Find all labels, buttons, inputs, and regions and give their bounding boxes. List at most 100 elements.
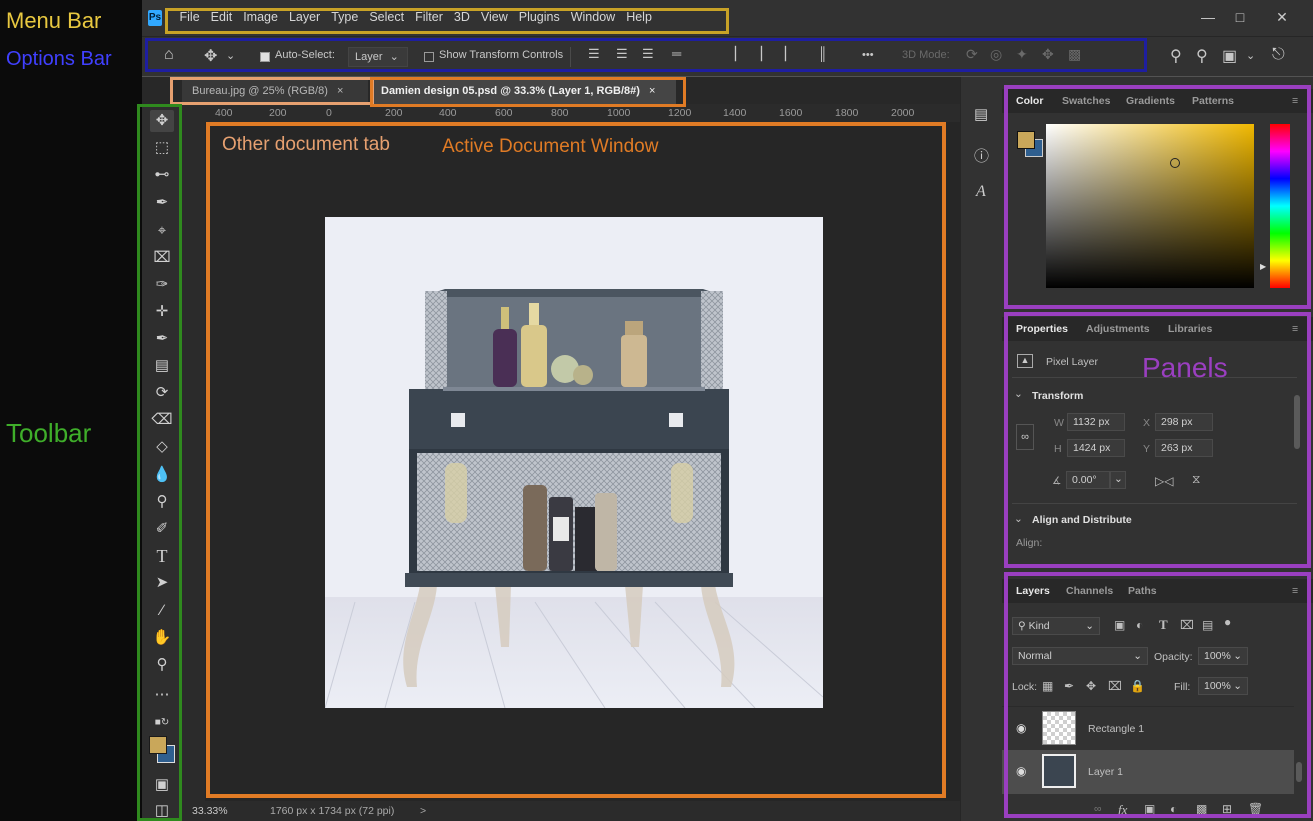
tab-properties[interactable]: Properties <box>1016 323 1068 335</box>
layer-row-layer-1[interactable]: ◉ Layer 1 <box>1002 750 1294 794</box>
align-chevron-icon[interactable]: ⌄ <box>1014 513 1023 525</box>
align-distribute-header[interactable]: Align and Distribute <box>1032 514 1132 526</box>
filter-shape-icon[interactable]: ⌧ <box>1180 618 1194 632</box>
x-position-field[interactable]: 298 px <box>1155 413 1213 431</box>
add-mask-icon[interactable]: ▣ <box>1144 802 1155 816</box>
zoom-level[interactable]: 33.33% <box>192 805 228 817</box>
info-panel-icon[interactable]: ⓘ <box>974 145 989 166</box>
menu-file[interactable]: File <box>174 10 205 24</box>
drag-3d-icon[interactable]: ✦ <box>1016 46 1028 63</box>
align-left-icon[interactable]: ☰ <box>588 46 600 62</box>
color-picker-cursor[interactable] <box>1170 158 1180 168</box>
crop-tool-icon[interactable]: ⌖ <box>150 220 174 242</box>
tab-color[interactable]: Color <box>1016 95 1043 107</box>
auto-select-checkbox[interactable] <box>260 52 270 62</box>
distribute-vertical-icon[interactable]: ═ <box>672 46 681 61</box>
blur-tool-icon[interactable]: 💧 <box>150 464 174 486</box>
tab-adjustments[interactable]: Adjustments <box>1086 323 1150 335</box>
screen-mode-icon[interactable]: ◫ <box>150 800 174 821</box>
glyphs-panel-icon[interactable]: A <box>976 183 986 201</box>
quick-mask-icon[interactable]: ▣ <box>150 774 174 796</box>
opacity-field[interactable]: 100% ⌄ <box>1198 647 1248 665</box>
close-window-button[interactable]: ✕ <box>1268 6 1296 28</box>
edit-toolbar-icon[interactable]: ⋯ <box>150 684 174 706</box>
tab-channels[interactable]: Channels <box>1066 585 1113 597</box>
history-brush-tool-icon[interactable]: ⟳ <box>150 382 174 404</box>
tab-swatches[interactable]: Swatches <box>1062 95 1110 107</box>
align-middle-icon[interactable]: ▕ <box>752 46 762 62</box>
flip-vertical-icon[interactable]: ⧖ <box>1192 472 1200 487</box>
move-tool-icon[interactable]: ✥ <box>150 110 174 132</box>
home-icon[interactable]: ⌂ <box>164 46 174 64</box>
menu-image[interactable]: Image <box>238 10 284 24</box>
menu-help[interactable]: Help <box>621 10 658 24</box>
align-bottom-icon[interactable]: ▕ <box>776 46 786 62</box>
auto-select-dropdown[interactable]: Layer ⌄ <box>348 47 408 67</box>
panel-menu-icon[interactable]: ≡ <box>1292 95 1298 107</box>
layer-name[interactable]: Rectangle 1 <box>1088 723 1144 735</box>
layers-scrollbar[interactable] <box>1296 762 1302 782</box>
height-field[interactable]: 1424 px <box>1067 439 1125 457</box>
line-tool-icon[interactable]: ∕ <box>150 600 174 622</box>
link-dimensions-icon[interactable]: ∞ <box>1016 424 1034 450</box>
menu-3d[interactable]: 3D <box>448 10 475 24</box>
filter-type-icon[interactable]: T <box>1159 617 1168 633</box>
paint-bucket-tool-icon[interactable]: ◇ <box>150 436 174 458</box>
fill-field[interactable]: 100% ⌄ <box>1198 677 1248 695</box>
menu-edit[interactable]: Edit <box>205 10 238 24</box>
path-selection-tool-icon[interactable]: ➤ <box>150 572 174 594</box>
show-transform-checkbox[interactable] <box>424 52 434 62</box>
zoom-tool-icon[interactable]: ⚲ <box>150 654 174 676</box>
link-layers-icon[interactable]: ∞ <box>1094 803 1102 815</box>
filter-toggle-icon[interactable]: ● <box>1224 615 1231 629</box>
status-menu-arrow[interactable]: > <box>420 805 426 817</box>
quick-selection-tool-icon[interactable]: ✒ <box>150 192 174 214</box>
history-panel-icon[interactable]: ▤ <box>974 105 988 123</box>
tab-layers[interactable]: Layers <box>1016 585 1050 597</box>
orbit-3d-icon[interactable]: ⟳ <box>966 46 978 63</box>
layer-name[interactable]: Layer 1 <box>1088 766 1123 778</box>
angle-field[interactable]: 0.00° <box>1066 471 1110 489</box>
visibility-eye-icon[interactable]: ◉ <box>1016 721 1026 735</box>
layer-row-rectangle-1[interactable]: ◉ Rectangle 1 <box>1002 706 1294 750</box>
video-3d-icon[interactable]: ▩ <box>1068 46 1081 63</box>
transform-header[interactable]: Transform <box>1032 390 1083 402</box>
foreground-color-chip[interactable] <box>1017 131 1035 149</box>
tab-libraries[interactable]: Libraries <box>1168 323 1212 335</box>
flip-horizontal-icon[interactable]: ▷◁ <box>1155 474 1173 488</box>
workspace-chevron-down-icon[interactable]: ⌄ <box>1246 49 1255 62</box>
align-right-icon[interactable]: ☰ <box>642 46 654 62</box>
menu-window[interactable]: Window <box>565 10 620 24</box>
menu-type[interactable]: Type <box>326 10 364 24</box>
menu-view[interactable]: View <box>475 10 513 24</box>
marquee-tool-icon[interactable]: ⬚ <box>150 137 174 159</box>
align-top-icon[interactable]: ▕ <box>726 46 736 62</box>
hue-slider[interactable] <box>1270 124 1290 288</box>
brush-tool-icon[interactable]: ✒ <box>150 328 174 350</box>
tab-patterns[interactable]: Patterns <box>1192 95 1234 107</box>
pen-tool-icon[interactable]: ✐ <box>150 518 174 540</box>
properties-scrollbar[interactable] <box>1294 395 1300 449</box>
tool-preset-chevron-down-icon[interactable]: ⌄ <box>226 49 235 62</box>
workspace-icon[interactable]: ▣ <box>1222 46 1237 66</box>
new-layer-icon[interactable]: ⊞ <box>1222 802 1232 816</box>
maximize-button[interactable]: □ <box>1226 6 1254 28</box>
more-options-button[interactable]: ••• <box>862 49 874 61</box>
menu-select[interactable]: Select <box>364 10 410 24</box>
visibility-eye-icon[interactable]: ◉ <box>1016 764 1026 778</box>
document-tab-bureau[interactable]: Bureau.jpg @ 25% (RGB/8) × <box>182 79 368 104</box>
healing-brush-tool-icon[interactable]: ✛ <box>150 301 174 323</box>
menu-filter[interactable]: Filter <box>410 10 449 24</box>
slide-3d-icon[interactable]: ✥ <box>1042 46 1054 63</box>
panel-menu-icon[interactable]: ≡ <box>1292 323 1298 335</box>
lock-transparent-icon[interactable]: ▦ <box>1042 679 1053 693</box>
blend-mode-dropdown[interactable]: Normal ⌄ <box>1012 647 1148 665</box>
layer-style-fx-icon[interactable]: fx <box>1118 802 1127 818</box>
tab-gradients[interactable]: Gradients <box>1126 95 1175 107</box>
filter-smart-object-icon[interactable]: ▤ <box>1202 618 1213 632</box>
distribute-horizontal-icon[interactable]: ║ <box>818 46 827 61</box>
lasso-tool-icon[interactable]: ⊷ <box>150 164 174 186</box>
close-tab-icon[interactable]: × <box>337 85 343 97</box>
document-tab-damien-design[interactable]: Damien design 05.psd @ 33.3% (Layer 1, R… <box>371 79 676 104</box>
panel-menu-icon[interactable]: ≡ <box>1292 585 1298 597</box>
